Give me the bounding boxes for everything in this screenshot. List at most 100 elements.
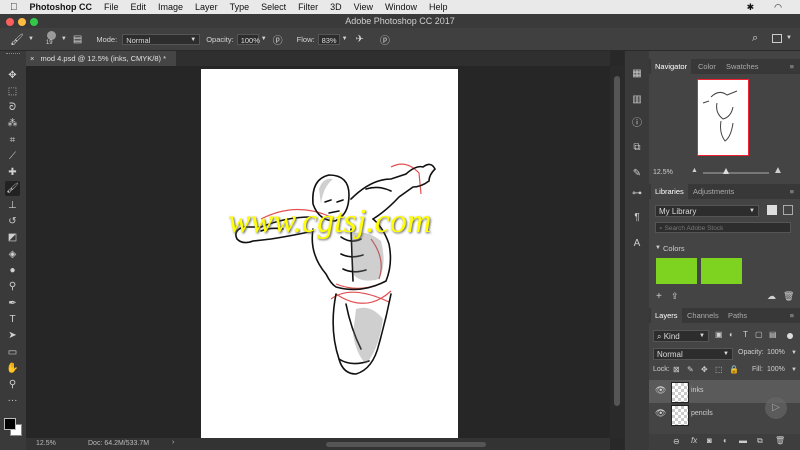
- filter-toggle-icon[interactable]: [787, 333, 793, 339]
- eraser-tool-icon[interactable]: ◩: [5, 230, 20, 245]
- layer-filter-kind-select[interactable]: ⌕ Kind ▼: [653, 330, 709, 342]
- tab-channels[interactable]: Channels: [687, 308, 719, 323]
- mode-select[interactable]: Normal ▼: [122, 33, 201, 45]
- chevron-down-icon[interactable]: ▼: [28, 36, 34, 42]
- menu-edit[interactable]: Edit: [131, 2, 147, 12]
- brush-panel-toggle-icon[interactable]: ▤: [73, 34, 82, 45]
- eyedropper-tool-icon[interactable]: ⟋: [5, 149, 20, 164]
- airbrush-icon[interactable]: ✈: [356, 34, 364, 45]
- trash-icon[interactable]: 🗑: [783, 291, 794, 302]
- horizontal-scrollbar-thumb[interactable]: [326, 442, 486, 447]
- chevron-down-icon[interactable]: ▼: [261, 36, 267, 42]
- adjustments-sliders-icon[interactable]: ⊶: [630, 187, 644, 201]
- trash-icon[interactable]: 🗑: [775, 436, 785, 445]
- menu-layer[interactable]: Layer: [195, 2, 218, 12]
- type-tool-icon[interactable]: T: [5, 312, 20, 327]
- move-tool-icon[interactable]: ✥: [5, 68, 20, 83]
- crop-tool-icon[interactable]: ⌗: [5, 133, 20, 148]
- tab-adjustments[interactable]: Adjustments: [693, 184, 734, 199]
- filter-shape-icon[interactable]: ▢: [755, 330, 763, 339]
- panel-menu-icon[interactable]: ≡: [790, 308, 794, 323]
- stock-search-input[interactable]: ⌕ Search Adobe Stock: [655, 222, 791, 233]
- panel-menu-icon[interactable]: ≡: [790, 184, 794, 199]
- quick-selection-tool-icon[interactable]: ⁂: [5, 116, 20, 131]
- tools-collapse-icon[interactable]: [6, 53, 20, 58]
- filter-adjustment-icon[interactable]: ◐: [729, 330, 734, 339]
- chevron-down-icon[interactable]: ▼: [791, 367, 797, 373]
- filter-type-icon[interactable]: T: [743, 330, 748, 339]
- list-view-icon[interactable]: [783, 205, 793, 215]
- chevron-down-icon[interactable]: ▼: [786, 35, 792, 41]
- pen-tool-icon[interactable]: ✒: [5, 296, 20, 311]
- menu-image[interactable]: Image: [158, 2, 183, 12]
- menu-help[interactable]: Help: [429, 2, 448, 12]
- upload-icon[interactable]: ⇪: [671, 291, 679, 302]
- close-icon[interactable]: ×: [30, 54, 34, 63]
- adjustment-layer-icon[interactable]: ◐: [723, 436, 728, 445]
- healing-brush-tool-icon[interactable]: ✚: [5, 165, 20, 180]
- chevron-down-icon[interactable]: ▼: [342, 36, 348, 42]
- character-panel-icon[interactable]: A: [630, 237, 644, 251]
- paragraph-panel-icon[interactable]: ¶: [630, 211, 644, 225]
- chevron-down-icon[interactable]: ▼: [791, 350, 797, 356]
- apple-icon[interactable]: : [10, 2, 18, 13]
- history-panel-icon[interactable]: ▦: [630, 67, 644, 81]
- menu-filter[interactable]: Filter: [298, 2, 318, 12]
- video-play-overlay-icon[interactable]: ▷: [765, 397, 787, 419]
- brush-preset-picker[interactable]: 19: [44, 30, 60, 48]
- menu-select[interactable]: Select: [261, 2, 286, 12]
- zoom-in-mountain-icon[interactable]: ▲: [773, 165, 783, 176]
- lock-image-pixels-icon[interactable]: ✎: [687, 365, 694, 374]
- new-layer-icon[interactable]: ⧉: [757, 436, 763, 446]
- lock-all-icon[interactable]: 🔒: [729, 365, 739, 374]
- lock-position-icon[interactable]: ✥: [701, 365, 708, 374]
- layer-style-icon[interactable]: fx: [691, 436, 697, 445]
- minimize-window-button[interactable]: [18, 18, 26, 26]
- library-color-swatch-2[interactable]: [701, 258, 742, 284]
- layer-name[interactable]: pencils: [691, 410, 713, 417]
- close-window-button[interactable]: [6, 18, 14, 26]
- pressure-opacity-icon[interactable]: ⓟ: [273, 32, 283, 47]
- canvas-vertical-scrollbar[interactable]: [610, 66, 624, 438]
- document-canvas[interactable]: [201, 69, 458, 440]
- grid-view-icon[interactable]: [767, 205, 777, 215]
- layer-blend-mode-select[interactable]: Normal ▼: [653, 348, 733, 360]
- brush-tool-icon[interactable]: 🖌: [5, 181, 20, 196]
- library-select[interactable]: My Library ▼: [655, 205, 759, 217]
- marquee-tool-icon[interactable]: ⬚: [5, 84, 20, 99]
- flow-input[interactable]: 83%: [317, 33, 340, 45]
- menu-3d[interactable]: 3D: [330, 2, 342, 12]
- wifi-icon[interactable]: ◠: [774, 2, 782, 13]
- scrollbar-thumb[interactable]: [614, 76, 620, 406]
- dodge-tool-icon[interactable]: ⚲: [5, 279, 20, 294]
- navigator-zoom-value[interactable]: 12.5%: [653, 169, 673, 176]
- lasso-tool-icon[interactable]: ᘐ: [5, 100, 20, 115]
- menu-app-name[interactable]: Photoshop CC: [30, 2, 93, 12]
- eye-icon[interactable]: 👁: [655, 385, 666, 396]
- link-layers-icon[interactable]: ⊖: [673, 437, 680, 446]
- tab-libraries[interactable]: Libraries: [651, 184, 688, 199]
- lock-transparent-pixels-icon[interactable]: ⊠: [673, 365, 680, 374]
- path-selection-tool-icon[interactable]: ➤: [5, 328, 20, 343]
- clone-source-panel-icon[interactable]: ⧉: [630, 141, 644, 155]
- layer-name[interactable]: inks: [691, 387, 703, 394]
- disclosure-triangle-icon[interactable]: ▼: [655, 245, 661, 251]
- workspace-icon[interactable]: [772, 34, 782, 43]
- tab-color[interactable]: Color: [698, 59, 716, 74]
- zoom-tool-icon[interactable]: ⚲: [5, 377, 20, 392]
- tab-layers[interactable]: Layers: [651, 308, 682, 323]
- creative-cloud-icon[interactable]: ☁: [767, 291, 776, 302]
- library-color-swatch-1[interactable]: [656, 258, 697, 284]
- hand-tool-icon[interactable]: ✋: [5, 361, 20, 376]
- zoom-slider-handle[interactable]: [723, 168, 729, 174]
- brushes-panel-icon[interactable]: ✎: [630, 167, 644, 181]
- search-icon[interactable]: ⌕: [752, 32, 758, 45]
- navigator-zoom-slider[interactable]: [703, 172, 769, 174]
- lock-artboard-icon[interactable]: ⬚: [715, 365, 723, 374]
- pressure-size-icon[interactable]: ⓟ: [380, 32, 390, 47]
- zoom-out-mountain-icon[interactable]: ▲: [691, 167, 698, 174]
- filter-smart-object-icon[interactable]: ▤: [769, 330, 777, 339]
- document-tab[interactable]: × mod 4.psd @ 12.5% (inks, CMYK/8) *: [26, 51, 176, 66]
- chevron-down-icon[interactable]: ▼: [61, 36, 67, 42]
- history-brush-tool-icon[interactable]: ↺: [5, 214, 20, 229]
